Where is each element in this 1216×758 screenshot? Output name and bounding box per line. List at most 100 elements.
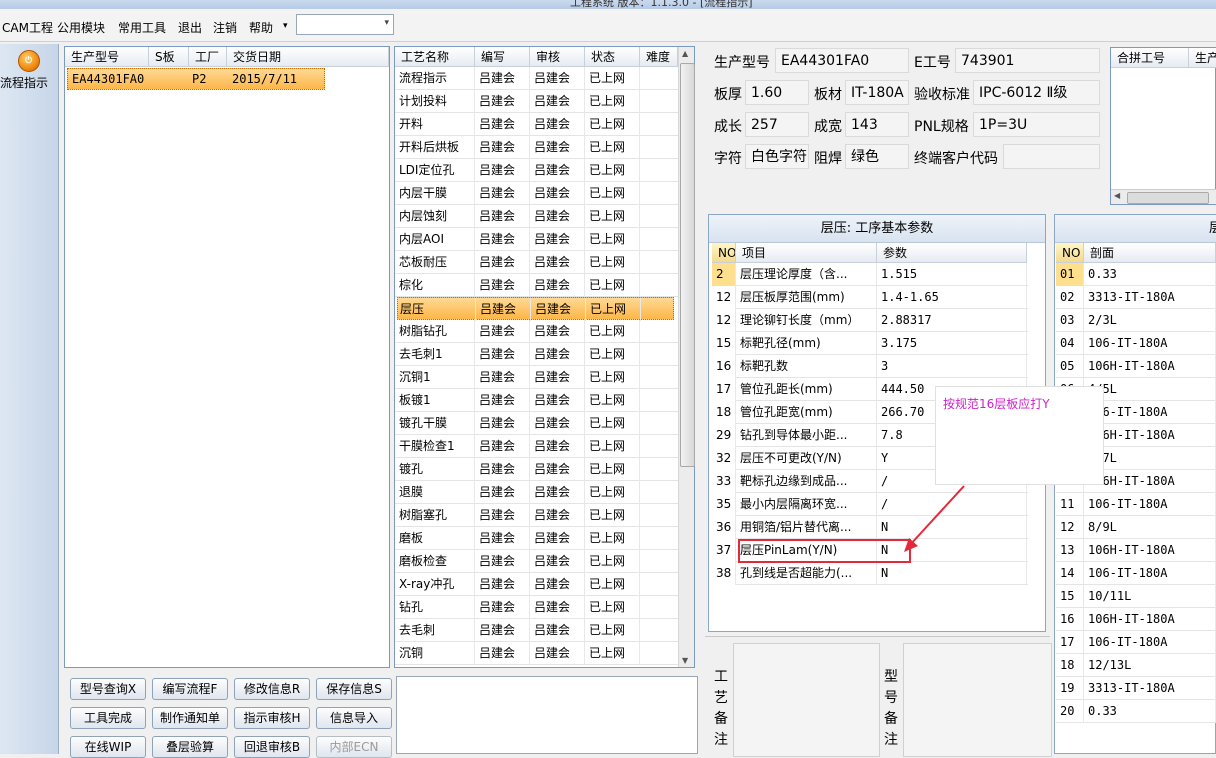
menu-help-chevron-icon[interactable]: ▾ — [283, 21, 288, 31]
length-field[interactable]: 257 — [745, 112, 809, 137]
col-header-process-name[interactable]: 工艺名称 — [395, 47, 475, 67]
make-notice-button[interactable]: 制作通知单 — [152, 707, 228, 729]
table-row[interactable]: 18 12/13L — [1056, 654, 1216, 677]
merge-grid-hscrollbar[interactable]: ◀ — [1111, 189, 1216, 204]
menu-combo-box[interactable]: ▾ — [296, 14, 394, 35]
table-row[interactable]: 15 标靶孔径(mm) 3.175 — [712, 332, 1028, 355]
col-header-status[interactable]: 状态 — [585, 47, 640, 67]
tool-complete-button[interactable]: 工具完成 — [70, 707, 146, 729]
col-header-model[interactable]: 生产型号 — [65, 47, 149, 67]
table-row[interactable]: 04 106-IT-180A — [1056, 332, 1216, 355]
model-notes-field[interactable] — [903, 643, 1052, 757]
table-row[interactable]: 开料 吕建会 吕建会 已上网 — [395, 113, 694, 136]
table-row[interactable]: 棕化 吕建会 吕建会 已上网 — [395, 274, 694, 297]
table-row[interactable]: 12 层压板厚范围(mm) 1.4-1.65 — [712, 286, 1028, 309]
table-row[interactable]: X-ray冲孔 吕建会 吕建会 已上网 — [395, 573, 694, 596]
col-header-item[interactable]: 项目 — [736, 243, 877, 263]
col-header-difficulty[interactable]: 难度 — [640, 47, 678, 67]
table-row[interactable]: 12 8/9L — [1056, 516, 1216, 539]
save-info-button[interactable]: 保存信息S — [316, 678, 392, 700]
table-row[interactable]: 去毛刺1 吕建会 吕建会 已上网 — [395, 343, 694, 366]
col-header-author[interactable]: 编写 — [475, 47, 530, 67]
table-row[interactable]: 02 3313-IT-180A — [1056, 286, 1216, 309]
menu-exit[interactable]: 退出 — [178, 19, 202, 36]
table-row[interactable]: 20 0.33 — [1056, 700, 1216, 723]
col-header-s-board[interactable]: S板 — [149, 47, 189, 67]
table-row[interactable]: EA44301FA0 P2 2015/7/11 — [67, 68, 325, 90]
table-row[interactable]: 12 理论铆钉长度（mm） 2.88317 — [712, 309, 1028, 332]
table-row[interactable]: 开料后烘板 吕建会 吕建会 已上网 — [395, 136, 694, 159]
table-row[interactable]: 16 标靶孔数 3 — [712, 355, 1028, 378]
menu-common-modules[interactable]: 公用模块 — [57, 19, 105, 36]
standard-field[interactable]: IPC-6012 Ⅱ级 — [973, 80, 1100, 105]
scroll-down-icon[interactable]: ▼ — [682, 656, 688, 665]
table-row[interactable]: 36 用铜箔/铝片替代离... N — [712, 516, 1028, 539]
scroll-left-icon[interactable]: ◀ — [1114, 191, 1120, 200]
menu-help[interactable]: 帮助 — [249, 19, 273, 36]
mask-field[interactable]: 绿色 — [845, 144, 909, 169]
table-row[interactable]: 沉铜 吕建会 吕建会 已上网 — [395, 642, 694, 665]
menu-common-tools[interactable]: 常用工具 — [118, 19, 166, 36]
table-row[interactable]: 镀孔干膜 吕建会 吕建会 已上网 — [395, 412, 694, 435]
table-row[interactable]: 计划投料 吕建会 吕建会 已上网 — [395, 90, 694, 113]
table-row[interactable]: 2 层压理论厚度（含... 1.515 — [712, 263, 1028, 286]
table-row[interactable]: 流程指示 吕建会 吕建会 已上网 — [395, 67, 694, 90]
material-field[interactable]: IT-180A — [845, 80, 909, 105]
flow-indicator-button[interactable]: ⏻ 流程指示 — [0, 46, 57, 96]
process-notes-field[interactable] — [733, 643, 880, 757]
table-row[interactable]: 镀孔 吕建会 吕建会 已上网 — [395, 458, 694, 481]
table-row[interactable]: 01 0.33 — [1056, 263, 1216, 286]
table-row[interactable]: 磨板检查 吕建会 吕建会 已上网 — [395, 550, 694, 573]
col-header-factory[interactable]: 工厂 — [189, 47, 227, 67]
col-header-profile[interactable]: 剖面 — [1084, 243, 1216, 263]
char-field[interactable]: 白色字符 — [745, 144, 809, 169]
col-header-no[interactable]: NO — [1056, 243, 1084, 263]
e-number-field[interactable]: 743901 — [955, 48, 1100, 73]
stack-check-button[interactable]: 叠层验算 — [152, 736, 228, 758]
table-row[interactable]: 内层AOI 吕建会 吕建会 已上网 — [395, 228, 694, 251]
modify-info-button[interactable]: 修改信息R — [234, 678, 310, 700]
table-row[interactable]: 干膜检查1 吕建会 吕建会 已上网 — [395, 435, 694, 458]
col-header-reviewer[interactable]: 审核 — [530, 47, 585, 67]
model-query-button[interactable]: 型号查询X — [70, 678, 146, 700]
col-header-production[interactable]: 生产 — [1189, 48, 1216, 68]
col-header-delivery-date[interactable]: 交货日期 — [227, 47, 389, 67]
chevron-down-icon[interactable]: ▾ — [384, 18, 389, 28]
menu-logout[interactable]: 注销 — [213, 19, 237, 36]
table-row[interactable]: LDI定位孔 吕建会 吕建会 已上网 — [395, 159, 694, 182]
table-row[interactable]: 05 106H-IT-180A — [1056, 355, 1216, 378]
table-row[interactable]: 14 106-IT-180A — [1056, 562, 1216, 585]
internal-ecn-button[interactable]: 内部ECN — [316, 736, 392, 758]
table-row[interactable]: 芯板耐压 吕建会 吕建会 已上网 — [395, 251, 694, 274]
table-row[interactable]: 15 10/11L — [1056, 585, 1216, 608]
write-flow-button[interactable]: 编写流程F — [152, 678, 228, 700]
table-row[interactable]: 16 106H-IT-180A — [1056, 608, 1216, 631]
table-row[interactable]: 沉铜1 吕建会 吕建会 已上网 — [395, 366, 694, 389]
table-row[interactable]: 19 3313-IT-180A — [1056, 677, 1216, 700]
menu-cam[interactable]: CAM工程 — [2, 19, 53, 36]
col-header-value[interactable]: 参数 — [877, 243, 1027, 263]
rollback-review-button[interactable]: 回退审核B — [234, 736, 310, 758]
online-wip-button[interactable]: 在线WIP — [70, 736, 146, 758]
process-grid-scrollbar[interactable]: ▲ ▼ — [678, 47, 695, 667]
customer-code-field[interactable] — [1003, 144, 1100, 169]
remark-text-area[interactable] — [396, 676, 698, 754]
table-row[interactable]: 内层蚀刻 吕建会 吕建会 已上网 — [395, 205, 694, 228]
table-row[interactable]: 树脂钻孔 吕建会 吕建会 已上网 — [395, 320, 694, 343]
table-row[interactable]: 钻孔 吕建会 吕建会 已上网 — [395, 596, 694, 619]
table-row[interactable]: 树脂塞孔 吕建会 吕建会 已上网 — [395, 504, 694, 527]
width-field[interactable]: 143 — [845, 112, 909, 137]
pnl-field[interactable]: 1P=3U — [973, 112, 1100, 137]
thickness-field[interactable]: 1.60 — [745, 80, 809, 105]
table-row[interactable]: 去毛刺 吕建会 吕建会 已上网 — [395, 619, 694, 642]
scroll-thumb[interactable] — [680, 63, 695, 467]
col-header-no[interactable]: NO — [712, 243, 736, 263]
table-row[interactable]: 13 106H-IT-180A — [1056, 539, 1216, 562]
info-import-button[interactable]: 信息导入 — [316, 707, 392, 729]
table-row[interactable]: 03 2/3L — [1056, 309, 1216, 332]
table-row[interactable]: 层压 吕建会 吕建会 已上网 — [397, 297, 674, 321]
scroll-thumb[interactable] — [1127, 192, 1209, 204]
table-row[interactable]: 内层干膜 吕建会 吕建会 已上网 — [395, 182, 694, 205]
table-row[interactable]: 11 106-IT-180A — [1056, 493, 1216, 516]
table-row[interactable]: 退膜 吕建会 吕建会 已上网 — [395, 481, 694, 504]
